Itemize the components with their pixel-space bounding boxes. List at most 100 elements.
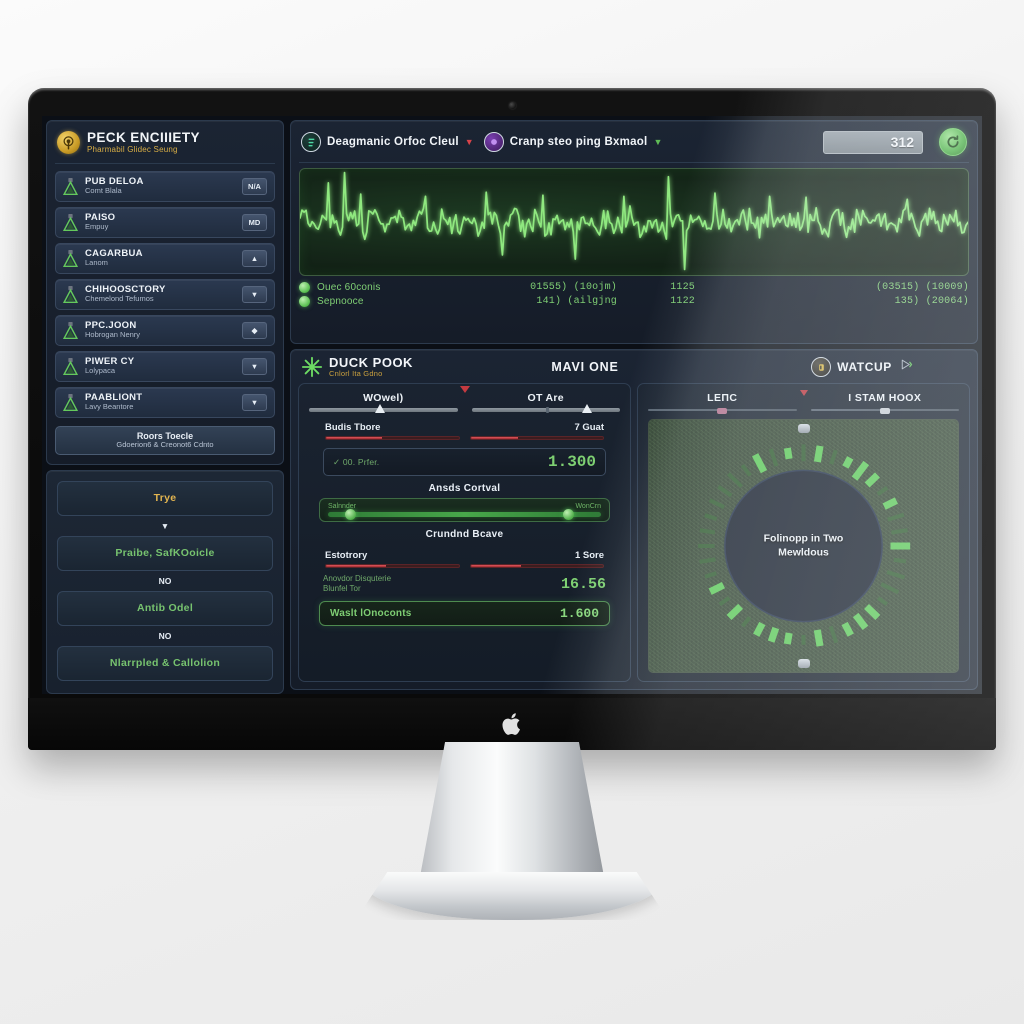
waveform-trace — [300, 171, 968, 271]
monitor-stand-neck — [419, 742, 605, 882]
legend-value-c: 135) (20064) — [894, 296, 969, 307]
device-subtitle: Lavy Beantore — [85, 403, 134, 412]
scope-panel: Deagmanic Orfoc Cleul ▼ Cranp steo ping … — [290, 120, 978, 344]
device-badge[interactable]: ▼ — [242, 357, 267, 375]
device-subtitle: Comt Blala — [85, 187, 122, 196]
device-list: PUB DELOA Comt Blala N/A PAISO Empuy MD CAGARB… — [55, 170, 275, 418]
range-knob-left[interactable] — [344, 509, 356, 520]
stack-connector-1: NO — [158, 575, 172, 586]
progress-bar — [469, 564, 604, 568]
radial-dial[interactable]: Folinopp in Two Mewldous — [648, 419, 959, 673]
stack-button-0[interactable]: Trye — [57, 480, 273, 516]
final-readout[interactable]: Waslt lOnoconts 1.600 — [319, 601, 610, 626]
scope-value-field[interactable]: 312 — [823, 130, 923, 154]
range-slider[interactable]: Salnnder WonCrn — [319, 498, 610, 522]
app-brand: PECK ENCIIIETY Pharmabil Glidec Seung — [55, 129, 275, 164]
dial-head-label: LEПC — [707, 392, 738, 404]
app-subtitle: Pharmabil Glidec Seung — [87, 145, 178, 155]
slider-track[interactable] — [471, 404, 620, 413]
monitor-frame: PECK ENCIIIETY Pharmabil Glidec Seung PU… — [28, 88, 996, 750]
mini-label: Estotrory — [325, 550, 368, 561]
slider-track[interactable] — [309, 404, 458, 413]
device-badge[interactable]: N/A — [242, 177, 267, 195]
dial-center-line-1: Folinopp in Two — [763, 532, 844, 545]
device-subtitle: Empuy — [85, 223, 109, 232]
stack-button-2[interactable]: Antib Odel — [57, 590, 273, 626]
readout-value: 16.56 — [560, 575, 606, 593]
device-badge[interactable]: ◆ — [242, 321, 267, 339]
refresh-icon[interactable] — [939, 128, 967, 156]
legend-value-c: (03515) (10009) — [875, 282, 969, 293]
device-name: CAGARBUA — [85, 248, 143, 259]
scope-mode-label: Cranp steo ping Bxmaol — [509, 136, 648, 148]
scope-mode-dropdown[interactable]: Cranp steo ping Bxmaol ▼ — [483, 132, 663, 152]
device-row[interactable]: PAISO Empuy MD — [55, 206, 275, 238]
legend-value-a: 01555) (10ojm) — [530, 282, 617, 293]
dial-head-line[interactable] — [810, 408, 959, 414]
dial-head-unit-1[interactable]: I STAM HOOX — [810, 392, 959, 414]
device-subtitle: Lanom — [85, 259, 108, 268]
device-name: CHIHOOSCTORY — [85, 284, 166, 295]
range-track[interactable] — [328, 509, 601, 520]
device-row[interactable]: PPC.JOON Hobrogan Nenry ◆ — [55, 314, 275, 346]
scope-source-dropdown[interactable]: Deagmanic Orfoc Cleul ▼ — [301, 132, 474, 152]
slider-knob[interactable] — [375, 404, 386, 413]
device-subtitle: Lolypaca — [85, 367, 116, 376]
mini-bars-1 — [309, 436, 620, 440]
device-row[interactable]: PUB DELOA Comt Blala N/A — [55, 170, 275, 202]
readout-label: ✓ 00. Prfer. — [333, 456, 380, 467]
device-badge[interactable]: MD — [242, 213, 267, 231]
orb-badge-icon — [483, 132, 504, 152]
slider-unit-1[interactable]: OT Are — [471, 392, 620, 413]
play-icon[interactable] — [898, 358, 913, 376]
dial-nub-bottom[interactable] — [797, 659, 810, 668]
slider-group: WOwel) OT Are — [309, 386, 620, 413]
dial-head-unit-0[interactable]: LEПC — [648, 392, 797, 414]
chevron-down-icon[interactable]: ▼ — [465, 137, 474, 147]
progress-bar — [469, 436, 604, 440]
sidebar-top-panel: PECK ENCIIIETY Pharmabil Glidec Seung PU… — [46, 120, 284, 465]
chevron-down-icon[interactable]: ▼ — [654, 137, 663, 147]
sidebar-action-button[interactable]: Roors Toecle Gdoerion6 & Creonot6 Cdnto — [55, 425, 275, 455]
control-panel-title: DUCK POOK — [329, 355, 413, 371]
dial-head-mark — [879, 408, 890, 414]
section-title-1: Ansds Cortval — [428, 483, 501, 494]
scope-source-label: Deagmanic Orfoc Cleul — [327, 136, 459, 148]
legend-value-a: 141) (ailgjng — [536, 296, 617, 307]
sidebar: PECK ENCIIIETY Pharmabil Glidec Seung PU… — [46, 120, 284, 694]
slider-unit-0[interactable]: WOwel) — [309, 392, 458, 413]
slider-tick — [545, 407, 549, 413]
readout-value: 1.300 — [547, 453, 596, 471]
device-name: PPC.JOON — [85, 320, 137, 331]
legend-value-b: 1125 — [670, 282, 695, 293]
dial-nub-top[interactable] — [797, 424, 810, 433]
stack-button-1[interactable]: Praibe, SafKOoicle — [57, 535, 273, 571]
device-row[interactable]: PIWER CY Lolypaca ▼ — [55, 350, 275, 382]
readout-secondary: Anovdor Disquterie Blunfel Tor 16.56 — [323, 574, 606, 594]
device-row[interactable]: PAABLIONT Lavy Beantore ▼ — [55, 386, 275, 418]
device-badge[interactable]: ▲ — [242, 249, 267, 267]
legend-row: Sepnooce 141) (ailgjng 1122 135) (20064) — [299, 296, 969, 307]
device-badge[interactable]: ▼ — [242, 285, 267, 303]
device-badge[interactable]: ▼ — [242, 393, 267, 411]
stack-button-3[interactable]: Nlarrpled & Callolion — [57, 645, 273, 681]
mini-labels-2: Estotrory 1 Sore — [309, 550, 620, 561]
watch-status[interactable]: WATCUP — [757, 357, 967, 377]
range-knob-right[interactable] — [563, 509, 575, 520]
scope-toolbar: Deagmanic Orfoc Cleul ▼ Cranp steo ping … — [299, 127, 969, 163]
flask-icon — [62, 285, 79, 304]
device-row[interactable]: CAGARBUA Lanom ▲ — [55, 242, 275, 274]
waveform-display[interactable] — [299, 168, 969, 276]
device-row[interactable]: CHIHOOSCTORY Chemelond Tefumos ▼ — [55, 278, 275, 310]
stack-connector-2: NO — [158, 630, 172, 641]
control-panel-subtitle: Cnlorl Ita Gdno — [329, 368, 383, 378]
dial-head-line[interactable] — [648, 408, 797, 414]
slider-knob[interactable] — [582, 404, 593, 413]
dial-center-line-2: Mewldous — [778, 546, 829, 558]
final-label: Waslt lOnoconts — [330, 608, 412, 619]
sidebar-action-subtitle: Gdoerion6 & Creonot6 Cdnto — [116, 439, 214, 449]
flask-icon — [62, 393, 79, 412]
final-value: 1.600 — [559, 606, 599, 621]
mini-label: 1 Sore — [574, 550, 604, 561]
control-center-label: MAVI ONE — [551, 360, 619, 374]
